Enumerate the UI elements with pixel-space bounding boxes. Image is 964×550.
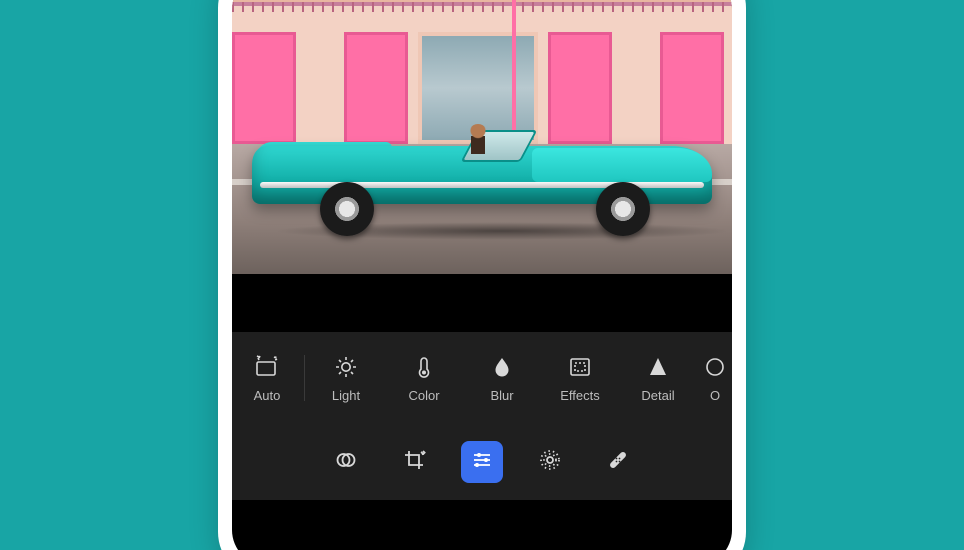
tool-label: O [710, 388, 720, 403]
heal-tab[interactable] [597, 441, 639, 483]
optics-tab[interactable] [529, 441, 571, 483]
tool-auto[interactable]: Auto [232, 332, 302, 424]
tool-detail[interactable]: Detail [619, 332, 697, 424]
tool-label: Effects [560, 388, 600, 403]
crop-rotate-icon [402, 448, 426, 477]
triangle-icon [645, 354, 671, 380]
more-icon [702, 354, 728, 380]
tool-light[interactable]: Light [307, 332, 385, 424]
canvas-padding [232, 274, 732, 332]
tool-effects[interactable]: Effects [541, 332, 619, 424]
photo-canvas[interactable] [232, 0, 732, 274]
tool-label: Light [332, 388, 360, 403]
phone-screen: Auto Light Color [232, 0, 732, 550]
tool-more[interactable]: O [697, 332, 732, 424]
tool-label: Auto [254, 388, 281, 403]
photo-subject-car [252, 124, 712, 234]
stage: Auto Light Color [0, 0, 964, 550]
crop-tab[interactable] [393, 441, 435, 483]
tool-blur[interactable]: Blur [463, 332, 541, 424]
edited-photo [232, 0, 732, 274]
phone-frame: Auto Light Color [218, 0, 746, 550]
tool-label: Color [408, 388, 439, 403]
tool-label: Detail [641, 388, 674, 403]
overlap-circles-icon [334, 448, 358, 477]
droplet-icon [489, 354, 515, 380]
adjust-tab[interactable] [461, 441, 503, 483]
bottom-nav [232, 424, 732, 500]
filters-tab[interactable] [325, 441, 367, 483]
vignette-icon [567, 354, 593, 380]
bandage-icon [606, 448, 630, 477]
sliders-icon [470, 448, 494, 477]
temperature-icon [411, 354, 437, 380]
separator [304, 355, 305, 401]
auto-enhance-icon [254, 354, 280, 380]
tool-color[interactable]: Color [385, 332, 463, 424]
edit-tools-row: Auto Light Color [232, 332, 732, 424]
light-icon [333, 354, 359, 380]
radial-icon [538, 448, 562, 477]
tool-label: Blur [490, 388, 513, 403]
